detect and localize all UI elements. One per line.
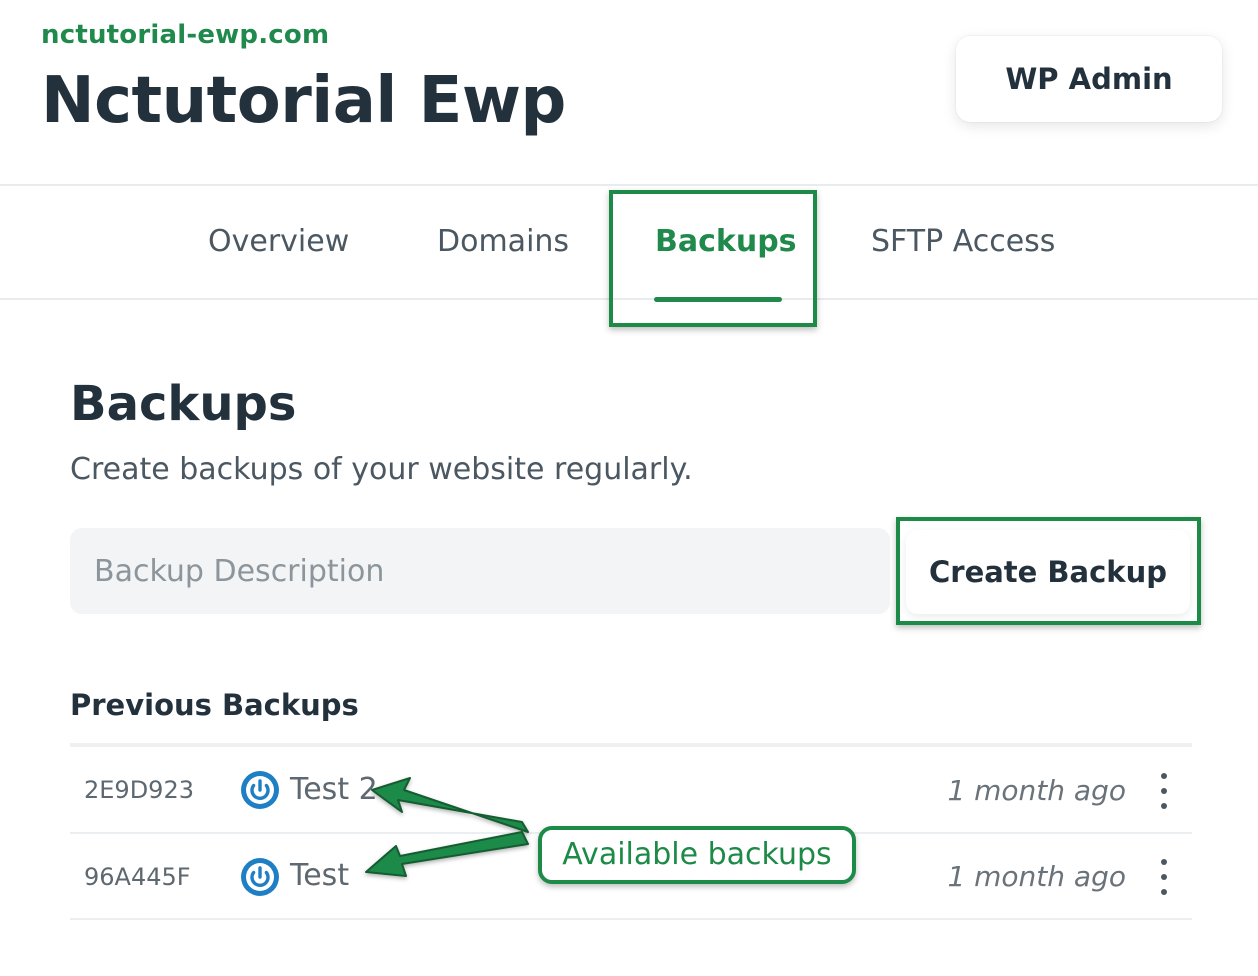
backup-id: 2E9D923 (84, 776, 194, 804)
create-backup-button[interactable]: Create Backup (906, 530, 1190, 614)
row-menu-button[interactable] (1150, 769, 1178, 813)
wp-admin-button[interactable]: WP Admin (956, 36, 1222, 122)
backup-id: 96A445F (84, 863, 191, 891)
tab-sftp-access[interactable]: SFTP Access (871, 224, 1055, 259)
tab-bar (0, 184, 1258, 300)
list-divider (70, 743, 1192, 747)
site-domain-link[interactable]: nctutorial-ewp.com (41, 20, 329, 50)
backup-timestamp: 1 month ago (947, 774, 1126, 807)
backup-timestamp: 1 month ago (947, 860, 1126, 893)
section-subtitle: Create backups of your website regularly… (70, 452, 693, 487)
backup-name: Test (290, 858, 350, 893)
power-icon (241, 858, 279, 896)
active-tab-indicator (654, 297, 782, 302)
section-title: Backups (70, 376, 297, 432)
row-menu-button[interactable] (1150, 855, 1178, 899)
tab-backups[interactable]: Backups (655, 224, 797, 259)
previous-backups-title: Previous Backups (70, 688, 359, 722)
available-backups-callout: Available backups (538, 826, 856, 884)
backup-description-input[interactable] (70, 528, 890, 614)
power-icon (241, 771, 279, 809)
tab-overview[interactable]: Overview (208, 224, 349, 259)
backup-name: Test 2 (290, 772, 378, 807)
row-divider (70, 918, 1192, 920)
site-title: Nctutorial Ewp (41, 64, 566, 138)
tab-domains[interactable]: Domains (437, 224, 569, 259)
